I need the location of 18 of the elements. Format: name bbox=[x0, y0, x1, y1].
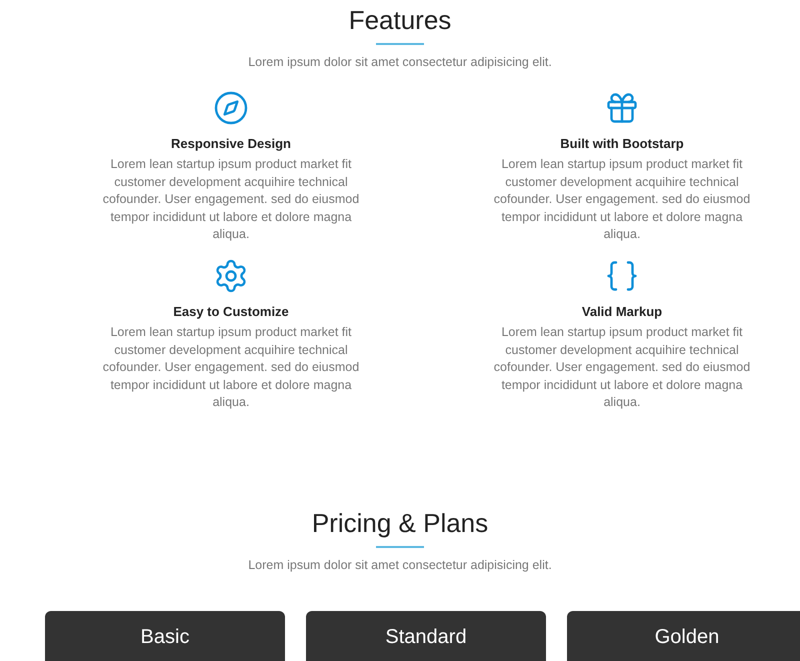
feature-title: Responsive Design bbox=[171, 134, 291, 153]
feature-title: Built with Bootstarp bbox=[560, 134, 684, 153]
section-subtitle: Lorem ipsum dolor sit amet consectetur adipisicing elit. bbox=[248, 556, 552, 574]
plan-name: Basic bbox=[140, 624, 190, 650]
feature-title: Valid Markup bbox=[582, 302, 662, 321]
section-subtitle: Lorem ipsum dolor sit amet consectetur adipisicing elit. bbox=[248, 54, 552, 71]
feature-description: Lorem lean startup ipsum product market fit customer development acquihire technical cofounder. User engagement. sed do eiusmod tempor incididunt ut labore et dolore magna aliqua. bbox=[492, 156, 752, 244]
feature-description: Lorem lean startup ipsum product market fit customer development acquihire technical cofounder. User engagement. sed do eiusmod tempor incididunt ut labore et dolore magna aliqua. bbox=[102, 156, 360, 244]
feature-description: Lorem lean startup ipsum product market fit customer development acquihire technical cofounder. User engagement. sed do eiusmod tempor incididunt ut labore et dolore magna aliqua. bbox=[492, 324, 752, 412]
plan-name: Golden bbox=[654, 624, 720, 650]
compass-icon bbox=[213, 90, 249, 126]
plan-name: Standard bbox=[385, 624, 467, 650]
title-underline bbox=[376, 43, 424, 45]
title-underline bbox=[376, 546, 424, 548]
feature-description: Lorem lean startup ipsum product market fit customer development acquihire technical cofounder. User engagement. sed do eiusmod tempor incididunt ut labore et dolore magna aliqua. bbox=[102, 324, 360, 412]
section-title: Features bbox=[348, 4, 452, 36]
section-title: Pricing & Plans bbox=[312, 506, 488, 539]
feature-title: Easy to Customize bbox=[173, 302, 289, 321]
